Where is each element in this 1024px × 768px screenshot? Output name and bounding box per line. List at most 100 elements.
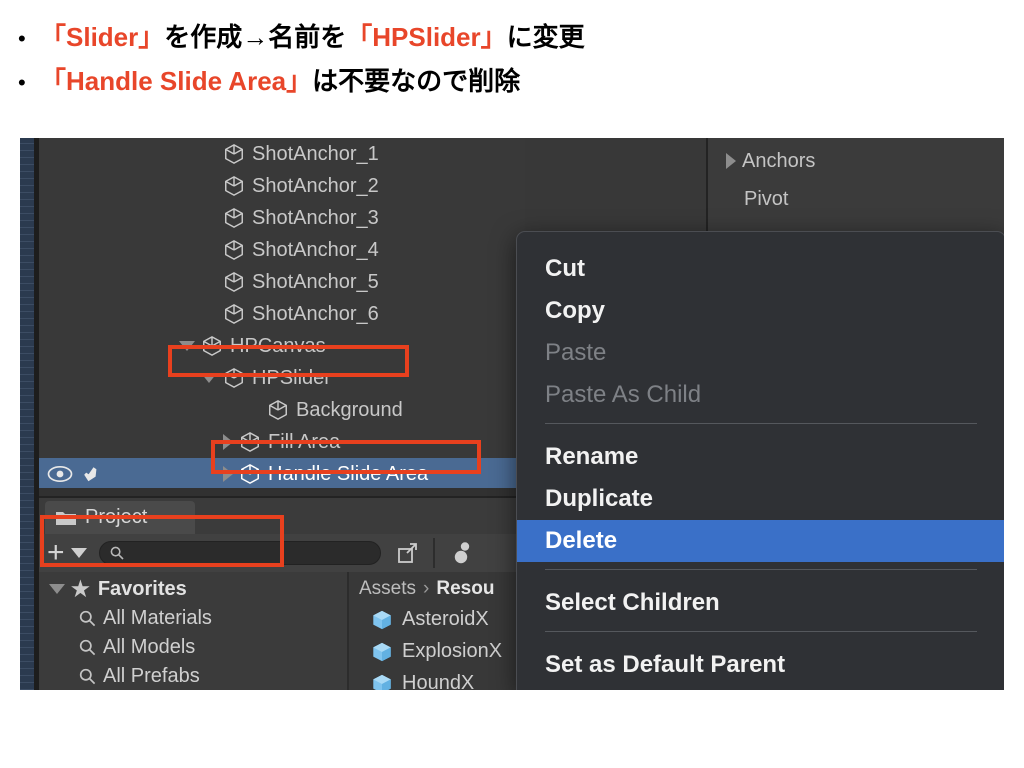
object-filter-icon <box>454 542 469 564</box>
context-menu: Cut Copy Paste Paste As Child Rename Dup… <box>516 231 1004 690</box>
scene-view-sliver <box>20 138 34 690</box>
menu-item-label: Copy <box>545 297 605 324</box>
menu-item-rename[interactable]: Rename <box>517 436 1004 478</box>
gameobject-cube-icon <box>225 208 243 228</box>
menu-item-label: Paste As Child <box>545 381 702 408</box>
bullet-1-segment-3: 「HPSlider」 <box>346 22 507 52</box>
search-icon <box>79 668 96 684</box>
hierarchy-row[interactable]: ShotAnchor_2 <box>39 170 525 202</box>
gameobject-cube-icon <box>225 144 243 164</box>
chevron-down-icon[interactable] <box>70 548 87 558</box>
inspector-row-label: Anchors <box>742 149 816 172</box>
search-box[interactable] <box>98 541 381 565</box>
hierarchy-row[interactable]: ShotAnchor_5 <box>39 266 525 298</box>
inspector-row-label: Pivot <box>744 187 789 210</box>
open-in-new-window-button[interactable] <box>391 540 425 566</box>
hierarchy-row-background[interactable]: Background <box>39 394 525 426</box>
asset-item-label: ExplosionX <box>402 640 503 662</box>
chevron-down-icon[interactable] <box>49 584 65 594</box>
bullet-1-segment-2: を作成→名前を <box>164 22 347 52</box>
prefab-cube-icon <box>373 610 391 629</box>
favorites-item-all-materials[interactable]: All Materials <box>79 603 212 633</box>
inspector-row-anchors[interactable]: Anchors <box>726 146 815 176</box>
hierarchy-row-label: ShotAnchor_4 <box>252 238 379 261</box>
gameobject-cube-icon <box>203 336 221 356</box>
hierarchy-row[interactable]: ShotAnchor_4 <box>39 234 525 266</box>
breadcrumb-item-assets[interactable]: Assets <box>359 578 416 600</box>
breadcrumb: Assets › Resou <box>359 578 494 600</box>
gameobject-cube-icon <box>225 304 243 324</box>
search-input[interactable] <box>129 543 364 563</box>
hierarchy-row-label: Background <box>296 398 403 421</box>
gameobject-cube-icon <box>241 432 259 452</box>
row-visibility-controls[interactable] <box>47 464 100 484</box>
slide-bullet-area: • 「Slider」を作成→名前を「HPSlider」に変更 • 「Handle… <box>0 0 1024 132</box>
hierarchy-row-handle-slide-area[interactable]: Handle Slide Area <box>39 458 525 490</box>
bullet-marker: • <box>18 26 26 51</box>
favorites-header[interactable]: ★ Favorites <box>49 574 187 604</box>
hierarchy-row-label: ShotAnchor_5 <box>252 270 379 293</box>
eye-icon[interactable] <box>47 465 73 483</box>
chevron-right-icon[interactable] <box>726 153 736 169</box>
gameobject-cube-icon <box>269 400 287 420</box>
search-icon <box>79 610 96 626</box>
gameobject-cube-icon <box>225 368 243 388</box>
menu-item-cut[interactable]: Cut <box>517 248 1004 290</box>
hierarchy-row-label: HPSlider <box>252 366 331 389</box>
hierarchy-row-label: Handle Slide Area <box>268 462 429 485</box>
favorites-item-all-prefabs[interactable]: All Prefabs <box>79 661 200 690</box>
asset-item-label: HoundX <box>402 672 475 690</box>
hierarchy-row-hpslider[interactable]: HPSlider <box>39 362 525 394</box>
bullet-2-segment-2: は不要なので削除 <box>312 66 521 96</box>
tab-project[interactable]: Project <box>45 501 195 534</box>
prefab-cube-icon <box>373 674 391 690</box>
asset-item[interactable]: HoundX <box>371 672 474 690</box>
tree-toggle-spacer <box>245 405 261 415</box>
bullet-1-segment-1: 「Slider」 <box>40 22 165 52</box>
menu-separator <box>545 423 977 424</box>
chevron-down-icon[interactable] <box>179 341 195 351</box>
menu-item-label: Rename <box>545 443 639 470</box>
project-asset-list: Assets › Resou AsteroidX ExplosionX Houn… <box>347 572 541 690</box>
hierarchy-row-fill-area[interactable]: Fill Area <box>39 426 525 458</box>
bullet-line-2: • 「Handle Slide Area」は不要なので削除 <box>18 61 520 98</box>
hierarchy-panel: ShotAnchor_1 ShotAnchor_2 ShotAnchor_3 S… <box>39 138 525 490</box>
gameobject-cube-icon <box>225 272 243 292</box>
hierarchy-row-label: ShotAnchor_2 <box>252 174 379 197</box>
menu-separator <box>545 569 977 570</box>
asset-item[interactable]: ExplosionX <box>371 640 502 663</box>
chevron-right-icon: › <box>423 578 430 599</box>
asset-filter-button[interactable] <box>445 540 479 566</box>
hierarchy-row[interactable]: ShotAnchor_1 <box>39 138 525 170</box>
hierarchy-row-label: Fill Area <box>268 430 341 453</box>
menu-item-duplicate[interactable]: Duplicate <box>517 478 1004 520</box>
unity-editor-screenshot: ShotAnchor_1 ShotAnchor_2 ShotAnchor_3 S… <box>20 138 1004 690</box>
chevron-down-icon[interactable] <box>201 373 217 383</box>
bullet-marker: • <box>18 70 26 95</box>
chevron-right-icon[interactable] <box>223 434 233 450</box>
favorites-item-all-models[interactable]: All Models <box>79 632 195 662</box>
tree-toggle-spacer <box>201 277 217 287</box>
chevron-right-icon[interactable] <box>223 466 233 482</box>
asset-item[interactable]: AsteroidX <box>371 608 489 631</box>
hand-icon[interactable] <box>80 464 100 484</box>
bullet-line-1: • 「Slider」を作成→名前を「HPSlider」に変更 <box>18 17 585 54</box>
breadcrumb-item-resources[interactable]: Resou <box>436 578 494 600</box>
hierarchy-row-hpcanvas[interactable]: HPCanvas <box>39 330 525 362</box>
add-asset-button[interactable]: + <box>47 538 65 568</box>
menu-item-delete[interactable]: Delete <box>517 520 1004 562</box>
hierarchy-row[interactable]: ShotAnchor_6 <box>39 298 525 330</box>
menu-item-select-children[interactable]: Select Children <box>517 582 1004 624</box>
hierarchy-row-label: ShotAnchor_1 <box>252 142 379 165</box>
project-toolbar: + <box>39 534 539 572</box>
menu-item-label: Select Children <box>545 589 720 616</box>
hierarchy-row[interactable]: ShotAnchor_3 <box>39 202 525 234</box>
menu-item-label: Set as Default Parent <box>545 651 786 678</box>
menu-item-copy[interactable]: Copy <box>517 290 1004 332</box>
bullet-2-segment-1: 「Handle Slide Area」 <box>40 66 313 96</box>
inspector-row-pivot[interactable]: Pivot <box>744 184 788 214</box>
tree-toggle-spacer <box>201 213 217 223</box>
menu-item-label: Cut <box>545 255 585 282</box>
menu-item-set-as-default-parent[interactable]: Set as Default Parent <box>517 644 1004 686</box>
toolbar-separator <box>432 538 435 568</box>
